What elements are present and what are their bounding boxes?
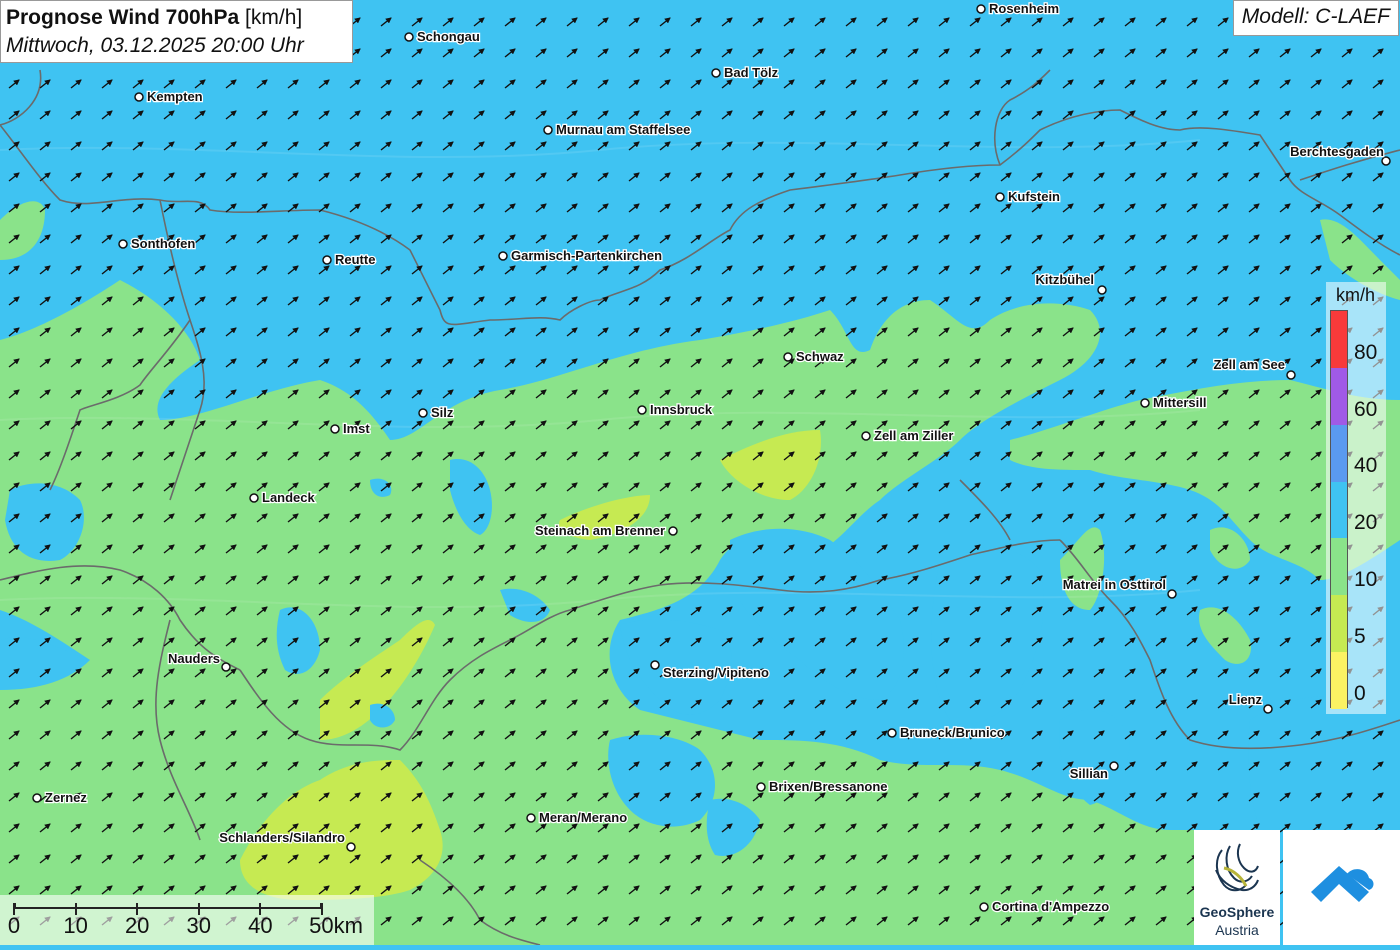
city-label: Schongau — [417, 29, 480, 44]
city-label: Imst — [343, 421, 370, 436]
city-marker — [346, 842, 356, 852]
legend-swatch — [1331, 595, 1347, 653]
city-label: Rosenheim — [989, 1, 1059, 16]
legend-label: 40 — [1354, 454, 1378, 478]
city-marker — [995, 192, 1005, 202]
city-marker — [118, 239, 128, 249]
city-marker — [526, 813, 536, 823]
map-title-unit: [km/h] — [245, 6, 303, 29]
city-marker — [249, 493, 259, 503]
city-marker — [637, 405, 647, 415]
city-label: Cortina d'Ampezzo — [992, 899, 1109, 914]
model-label: Modell: C-LAEF — [1232, 0, 1399, 36]
legend-label: 5 — [1354, 624, 1366, 648]
city-label: Reutte — [335, 252, 375, 267]
city-marker — [418, 408, 428, 418]
city-marker — [668, 526, 678, 536]
geosphere-logo-icon — [1215, 843, 1259, 892]
city-marker — [1263, 704, 1273, 714]
wind-map: Rosenheim Schongau Bad Tölz Kempten Murnau a… — [0, 0, 1400, 945]
city-marker — [32, 793, 42, 803]
city-label: Steinach am Brenner — [535, 523, 665, 538]
scale-label: 20 — [124, 913, 150, 938]
city-marker — [543, 125, 553, 135]
city-marker — [979, 902, 989, 912]
city-marker — [498, 251, 508, 261]
city-marker — [221, 662, 231, 672]
color-legend: km/h 80 60 40 20 10 5 0 — [1326, 282, 1386, 714]
city-label: Garmisch-Partenkirchen — [511, 248, 662, 263]
city-label: Lienz — [1229, 692, 1263, 707]
city-label: Landeck — [262, 490, 316, 505]
city-label: Berchtesgaden — [1290, 144, 1384, 159]
city-marker — [330, 424, 340, 434]
city-label: Sonthofen — [131, 236, 195, 251]
geosphere-logo: GeoSphere Austria — [1194, 830, 1280, 945]
scale-bar-line — [14, 903, 322, 909]
city-label: Kitzbühel — [1036, 272, 1095, 287]
city-label: Schwaz — [796, 349, 844, 364]
legend-swatch — [1331, 538, 1347, 596]
scale-label: 40 — [248, 913, 273, 938]
map-title-box: Prognose Wind 700hPa [km/h] Mittwoch, 03… — [0, 0, 353, 63]
legend-swatch — [1331, 481, 1347, 539]
city-label: Meran/Merano — [539, 810, 627, 825]
city-label: Sillian — [1070, 766, 1108, 781]
legend-unit: km/h — [1336, 285, 1376, 305]
city-label: Kempten — [147, 89, 203, 104]
city-marker — [976, 4, 986, 14]
city-label: Bad Tölz — [724, 65, 779, 80]
legend-label: 80 — [1354, 340, 1378, 364]
map-subtitle: Mittwoch, 03.12.2025 20:00 Uhr — [6, 34, 304, 57]
city-label: Mittersill — [1153, 395, 1206, 410]
city-label: Zell am See — [1213, 357, 1285, 372]
legend-swatch — [1331, 424, 1347, 482]
city-marker — [1286, 370, 1296, 380]
legend-label: 60 — [1354, 397, 1378, 421]
city-label: Nauders — [168, 651, 220, 666]
legend-swatch — [1331, 367, 1347, 425]
legend-color-bar — [1330, 310, 1348, 709]
city-label: Brixen/Bressanone — [769, 779, 888, 794]
city-marker — [1097, 285, 1107, 295]
partner-logo — [1283, 830, 1400, 945]
city-label: Sterzing/Vipiteno — [663, 665, 769, 680]
legend-label: 0 — [1354, 681, 1366, 705]
city-marker — [711, 68, 721, 78]
legend-label: 10 — [1354, 568, 1378, 592]
scale-bar: 0 10 20 30 40 50km — [0, 895, 374, 945]
partner-logo-icon — [1311, 866, 1374, 902]
city-marker — [1109, 761, 1119, 771]
map-title-main: Prognose Wind 700hPa — [6, 6, 240, 29]
city-label: Matrei in Osttirol — [1063, 577, 1166, 592]
scale-label: 0 — [7, 913, 21, 938]
city-marker — [861, 431, 871, 441]
city-label: Kufstein — [1008, 189, 1060, 204]
map-title: Prognose Wind 700hPa [km/h] — [6, 4, 347, 32]
city-label: Murnau am Staffelsee — [556, 122, 690, 137]
scale-label: 50km — [309, 913, 363, 938]
city-marker — [322, 255, 332, 265]
city-label: Zernez — [45, 790, 87, 805]
city-label: Schlanders/Silandro — [219, 830, 345, 845]
city-label: Innsbruck — [650, 402, 713, 417]
geosphere-logo-name: GeoSphere — [1199, 904, 1275, 920]
city-label: Bruneck/Brunico — [900, 725, 1005, 740]
legend-swatch — [1331, 652, 1347, 709]
city-label: Zell am Ziller — [874, 428, 953, 443]
city-marker — [756, 782, 766, 792]
scale-label: 10 — [63, 913, 88, 938]
city-marker — [1140, 398, 1150, 408]
legend-label: 20 — [1354, 511, 1378, 535]
geosphere-logo-country: Austria — [1215, 922, 1259, 938]
city-label: Silz — [431, 405, 454, 420]
city-marker — [1167, 589, 1177, 599]
city-marker — [404, 32, 414, 42]
legend-swatch — [1331, 311, 1347, 368]
city-marker — [783, 352, 793, 362]
scale-label: 30 — [186, 913, 212, 938]
city-marker — [887, 728, 897, 738]
city-marker — [134, 92, 144, 102]
city-marker — [650, 660, 660, 670]
